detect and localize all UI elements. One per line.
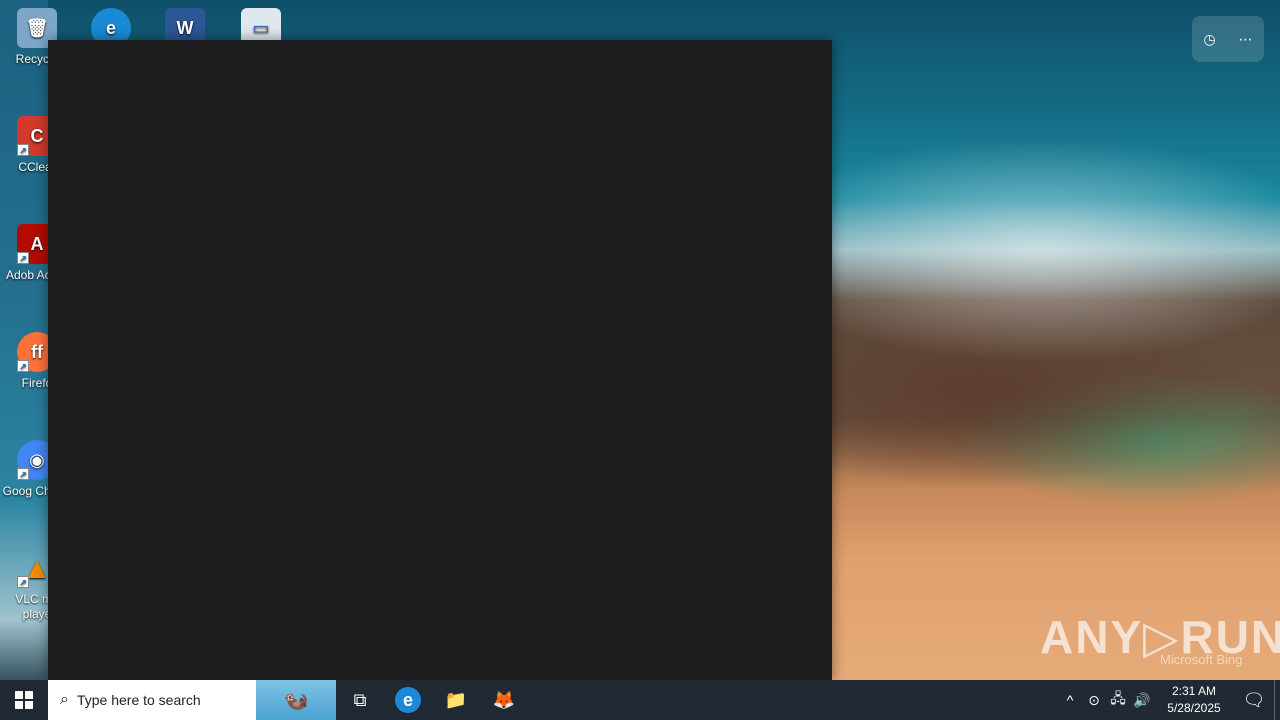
clock-icon[interactable]: ◷	[1203, 31, 1215, 48]
task-view-icon: ⧉	[353, 689, 367, 710]
shortcut-arrow-icon: ↗	[17, 360, 29, 372]
windows-logo-icon	[15, 691, 33, 709]
microsoft-bing-watermark: Microsoft Bing	[1160, 652, 1243, 667]
file-explorer-icon: 📁	[444, 689, 468, 710]
firefox-icon: 🦊	[492, 689, 516, 710]
wallpaper-widget[interactable]: ◷ ⋯	[1192, 16, 1264, 62]
edge-taskbar-button[interactable]: e	[384, 680, 432, 720]
taskbar-search-box[interactable]: ⌕ Type here to search 🦦	[48, 680, 336, 720]
shortcut-arrow-icon: ↗	[17, 144, 29, 156]
shortcut-arrow-icon: ↗	[17, 576, 29, 588]
volume-icon[interactable]: 🔊	[1130, 692, 1154, 709]
show-desktop-button[interactable]	[1274, 680, 1280, 720]
task-view-button[interactable]: ⧉	[336, 680, 384, 720]
start-button[interactable]	[0, 680, 48, 720]
edge-icon: e	[395, 687, 421, 713]
clock-date: 5/28/2025	[1167, 701, 1221, 715]
taskbar: ⌕ Type here to search 🦦 ⧉ e 📁 🦊 ^ ⊙ 🖧 🔊 …	[0, 680, 1280, 720]
system-tray: ^ ⊙ 🖧 🔊 2:31 AM 5/28/2025 🗨	[1058, 680, 1280, 720]
blank-dark-window[interactable]	[48, 40, 832, 680]
chevron-up-icon[interactable]: ^	[1058, 692, 1082, 708]
shortcut-arrow-icon: ↗	[17, 252, 29, 264]
search-highlight-otter-icon[interactable]: 🦦	[256, 680, 336, 720]
more-icon[interactable]: ⋯	[1239, 31, 1253, 48]
clock-time: 2:31 AM	[1171, 684, 1217, 698]
taskbar-clock[interactable]: 2:31 AM 5/28/2025	[1154, 683, 1234, 717]
meet-now-icon[interactable]: ⊙	[1082, 692, 1106, 709]
file-explorer-taskbar-button[interactable]: 📁	[432, 680, 480, 720]
firefox-taskbar-button[interactable]: 🦊	[480, 680, 528, 720]
search-icon: ⌕	[60, 691, 69, 708]
shortcut-arrow-icon: ↗	[17, 468, 29, 480]
network-icon[interactable]: 🖧	[1106, 688, 1130, 712]
search-placeholder: Type here to search	[76, 692, 201, 708]
notifications-icon[interactable]: 🗨	[1234, 690, 1274, 711]
